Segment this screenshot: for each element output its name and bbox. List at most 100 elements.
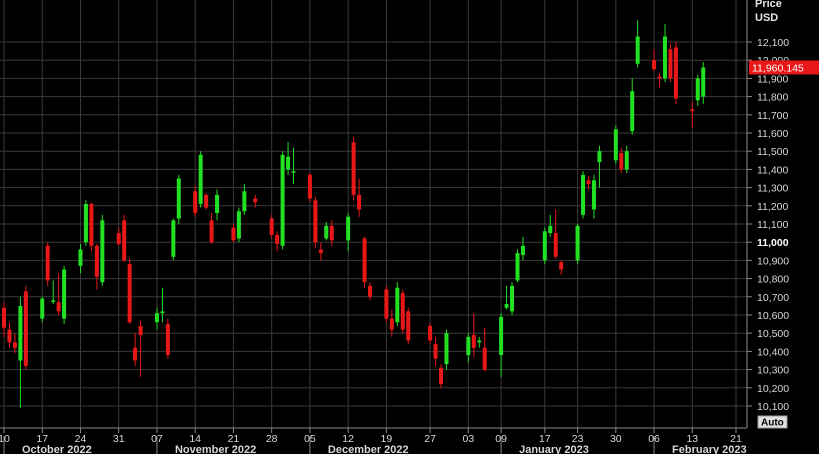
candle-body <box>198 154 203 204</box>
y-tick-label: 11,200 <box>757 201 788 213</box>
candle-body <box>122 220 127 261</box>
candle-body <box>116 233 121 245</box>
candle-body <box>662 36 667 79</box>
candle-down <box>122 214 127 263</box>
candle-body <box>23 291 28 366</box>
candle-body <box>690 109 695 112</box>
y-tick-label: 10,800 <box>757 274 789 286</box>
candle-up <box>62 265 67 325</box>
candle-body <box>236 211 241 239</box>
candle-body <box>515 253 520 281</box>
candle-body <box>133 347 138 361</box>
x-tick-label: 10 <box>0 433 10 445</box>
candle-body <box>368 285 372 297</box>
candle-body <box>433 344 438 359</box>
candle-body <box>307 174 312 199</box>
candle-body <box>384 289 389 319</box>
candle-body <box>701 67 706 97</box>
x-tick-label: 27 <box>424 433 436 445</box>
y-tick-label: 11,500 <box>757 146 788 158</box>
candle-body <box>499 316 504 356</box>
candle-body <box>439 367 444 385</box>
candle-body <box>351 142 356 195</box>
candle-up <box>581 171 586 219</box>
candle-body <box>89 203 94 246</box>
candle-down <box>351 136 356 201</box>
candle-body <box>482 347 487 370</box>
candle-up <box>395 282 400 326</box>
candle-body <box>520 245 525 255</box>
candle-up <box>171 218 176 261</box>
candle-body <box>395 287 400 323</box>
candle-body <box>630 91 635 132</box>
candle-body <box>504 304 509 308</box>
y-tick-label: 10,900 <box>757 255 789 267</box>
candle-body <box>624 151 629 170</box>
candle-body <box>40 298 45 319</box>
candle-body <box>160 311 165 314</box>
candle-body <box>127 264 132 323</box>
candle-body <box>83 203 88 243</box>
candle-body <box>581 174 586 215</box>
candle-body <box>165 324 170 356</box>
candle-body <box>204 194 209 208</box>
candle-body <box>657 76 662 79</box>
candle-body <box>597 151 602 163</box>
y-tick-label: 11,800 <box>757 92 788 104</box>
candle-body <box>444 333 449 365</box>
y-tick-label: 12,100 <box>757 37 789 49</box>
candle-up <box>236 207 241 243</box>
candle-body <box>78 249 83 266</box>
candle-body <box>652 60 657 70</box>
candle-up <box>542 227 547 265</box>
candle-body <box>548 225 553 234</box>
candle-body <box>286 156 291 170</box>
x-tick-label: 30 <box>610 433 622 445</box>
candle-body <box>291 171 296 173</box>
candle-body <box>389 318 394 330</box>
y-tick-label: 11,700 <box>757 110 788 122</box>
candle-down <box>204 193 209 210</box>
candle-body <box>18 305 23 361</box>
month-label: October 2022 <box>22 444 92 454</box>
candle-up <box>613 125 618 164</box>
y-tick-label: 10,500 <box>757 328 789 340</box>
candle-up <box>515 249 520 283</box>
candle-down <box>668 43 673 83</box>
y-tick-label: 11,900 <box>757 73 788 85</box>
candle-up <box>100 214 105 286</box>
candle-body <box>2 307 6 328</box>
month-label: December 2022 <box>328 444 409 454</box>
candle-body <box>154 313 159 323</box>
candle-body <box>695 78 700 101</box>
candle-up <box>40 296 45 323</box>
candle-body <box>209 220 214 243</box>
candle-body <box>477 340 482 343</box>
candle-body <box>242 191 247 212</box>
candle-body <box>575 225 580 261</box>
candle-up <box>83 200 88 246</box>
y-tick-label: 11,400 <box>757 164 788 176</box>
candle-body <box>346 216 351 241</box>
candle-body <box>7 329 12 343</box>
candle-body <box>362 238 367 283</box>
candle-body <box>357 194 362 210</box>
last-price-tag: 11,960.145 <box>749 60 819 74</box>
candle-up <box>280 151 285 250</box>
candle-body <box>269 218 274 235</box>
candle-down <box>673 42 678 104</box>
candle-down <box>127 258 132 325</box>
y-tick-label: 10,200 <box>757 383 789 395</box>
candle-down <box>89 202 94 252</box>
auto-scale-button[interactable]: Auto <box>757 415 788 429</box>
candle-body <box>280 154 285 246</box>
candlestick-chart: 10,100 10,200 10,300 10,400 10,500 10,600 10,7… <box>0 0 819 454</box>
x-tick-label: 31 <box>113 433 125 445</box>
candle-up <box>198 151 203 208</box>
candle-body <box>94 245 99 277</box>
candle-body <box>51 300 56 302</box>
auto-scale-label[interactable]: Auto <box>761 418 784 429</box>
y-tick-label: 11,100 <box>757 219 788 231</box>
candle-body <box>406 311 411 341</box>
candle-body <box>619 153 624 170</box>
